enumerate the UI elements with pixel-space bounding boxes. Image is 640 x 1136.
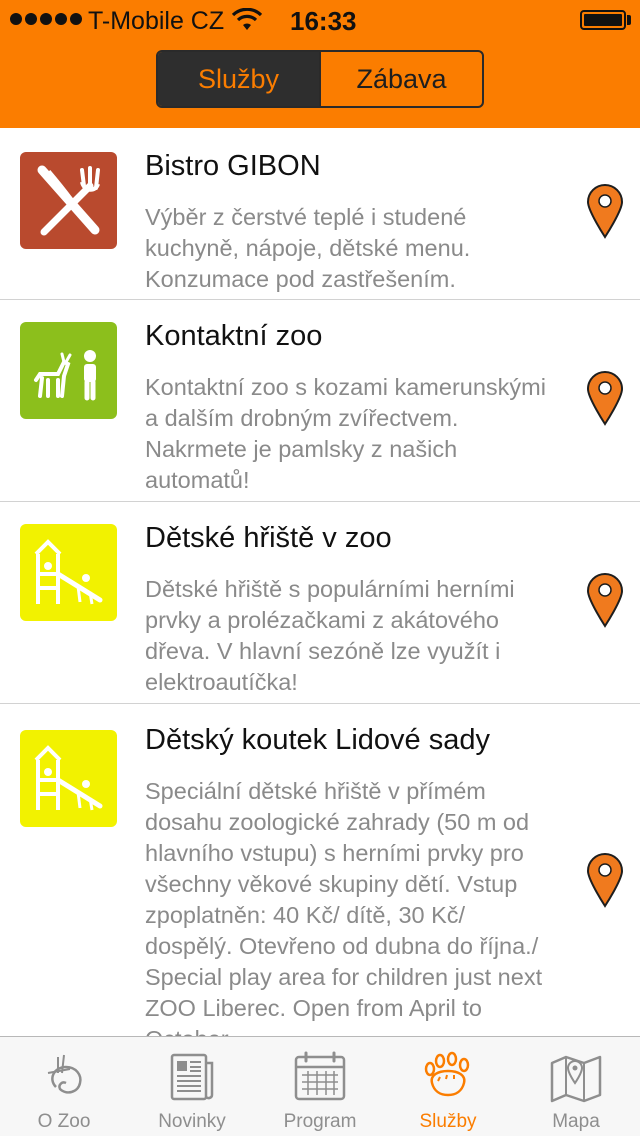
item-title: Bistro GIBON [145,150,321,182]
tab-novinky[interactable]: Novinky [128,1037,256,1136]
tab-program[interactable]: Program [256,1037,384,1136]
tab-sluzby[interactable]: Služby [384,1037,512,1136]
signal-dots-icon [10,13,82,25]
tab-label: Mapa [552,1111,600,1132]
playground-icon [20,524,117,621]
navigation-header: T-Mobile CZ 16:33 Služby Zábava [0,0,640,128]
status-bar: T-Mobile CZ 16:33 [0,0,640,40]
map-pin-icon[interactable] [586,852,624,908]
item-description: Výběr z čerstvé teplé i studené kuchyně,… [145,204,471,292]
list-item-kontaktni-zoo[interactable]: Kontaktní zoo Kontaktní zoo s kozami kam… [0,300,640,502]
tab-o-zoo[interactable]: O Zoo [0,1037,128,1136]
item-title: Dětské hřiště v zoo [145,522,392,554]
wifi-icon [232,8,262,30]
paw-icon [424,1051,470,1097]
list-item-detske-hriste[interactable]: Dětské hřiště v zoo Dětské hřiště s popu… [0,502,640,704]
map-pin-icon[interactable] [586,370,624,426]
carrier-name: T-Mobile CZ [88,7,225,35]
tab-mapa[interactable]: Mapa [512,1037,640,1136]
tab-label: Služby [419,1111,477,1132]
tab-label: Novinky [158,1111,226,1132]
item-description: Dětské hřiště s populárními herními prvk… [145,576,515,695]
segmented-control: Služby Zábava [156,50,484,108]
segment-zabava[interactable]: Zábava [319,52,482,106]
item-title: Dětský koutek Lidové sady [145,724,490,756]
newspaper-icon [170,1053,214,1101]
battery-icon [580,10,626,30]
fork-knife-icon [20,152,117,249]
item-description: Kontaktní zoo s kozami kamerunskými a da… [145,374,546,493]
map-pin-icon[interactable] [586,572,624,628]
list-item-bistro-gibon[interactable]: Bistro GIBON Výběr z čerstvé teplé i stu… [0,128,640,300]
calendar-icon [294,1051,346,1101]
battery-nub [627,15,631,25]
item-title: Kontaktní zoo [145,320,323,352]
zoo-logo-icon [47,1054,82,1094]
playground-icon [20,730,117,827]
goat-person-icon [20,322,117,419]
services-list[interactable]: Bistro GIBON Výběr z čerstvé teplé i stu… [0,128,640,1036]
tab-label: O Zoo [37,1111,91,1132]
segment-sluzby[interactable]: Služby [158,52,319,106]
status-time: 16:33 [290,6,357,36]
list-item-detsky-koutek[interactable]: Dětský koutek Lidové sady Speciální děts… [0,704,640,1036]
tab-label: Program [283,1111,357,1132]
tab-bar: O Zoo Novinky Program Služby Mapa [0,1036,640,1136]
item-description: Speciální dětské hřiště v přímém dosahu … [145,778,543,1036]
map-icon [550,1055,602,1103]
map-pin-icon[interactable] [586,183,624,239]
